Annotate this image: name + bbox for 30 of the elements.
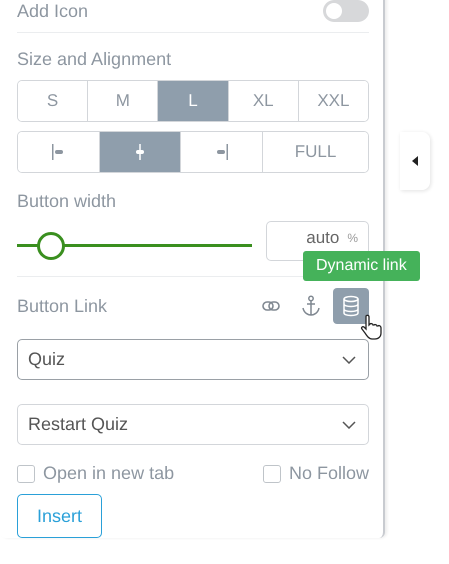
- tooltip: Dynamic link: [303, 251, 420, 281]
- chevron-icon: [342, 356, 356, 364]
- checkbox-label: Open in new tab: [43, 463, 174, 484]
- hand-cursor-icon: [360, 314, 382, 340]
- align-center-option[interactable]: [98, 132, 180, 172]
- width-slider[interactable]: [17, 232, 252, 260]
- link-select[interactable]: Restart Quiz: [17, 404, 369, 445]
- align-right-icon: [214, 143, 229, 161]
- collapse-tab[interactable]: [400, 132, 430, 190]
- section-title: Size and Alignment: [17, 49, 172, 70]
- checkbox[interactable]: [17, 464, 35, 482]
- slider-thumb[interactable]: [36, 232, 65, 260]
- full-width-option[interactable]: FULL: [262, 132, 368, 172]
- insert-button[interactable]: Insert: [17, 494, 102, 538]
- database-button[interactable]: [333, 288, 369, 324]
- link-icon: [262, 300, 280, 312]
- chevron-icon: [342, 420, 356, 428]
- database-icon: [342, 295, 360, 317]
- size-option[interactable]: XXL: [298, 81, 368, 121]
- add-icon-toggle[interactable]: [323, 0, 369, 22]
- checkbox[interactable]: [262, 464, 281, 482]
- link-select[interactable]: Quiz: [17, 339, 369, 380]
- checkbox-label: No Follow: [288, 463, 369, 484]
- anchor-icon: [301, 295, 321, 317]
- button-link-label: Button Link: [17, 296, 108, 316]
- add-icon-label: Add Icon: [17, 0, 88, 22]
- align-left-icon: [51, 143, 66, 161]
- size-option[interactable]: L: [157, 81, 228, 121]
- button-width-label: Button width: [17, 191, 118, 212]
- caret-icon: [412, 156, 418, 166]
